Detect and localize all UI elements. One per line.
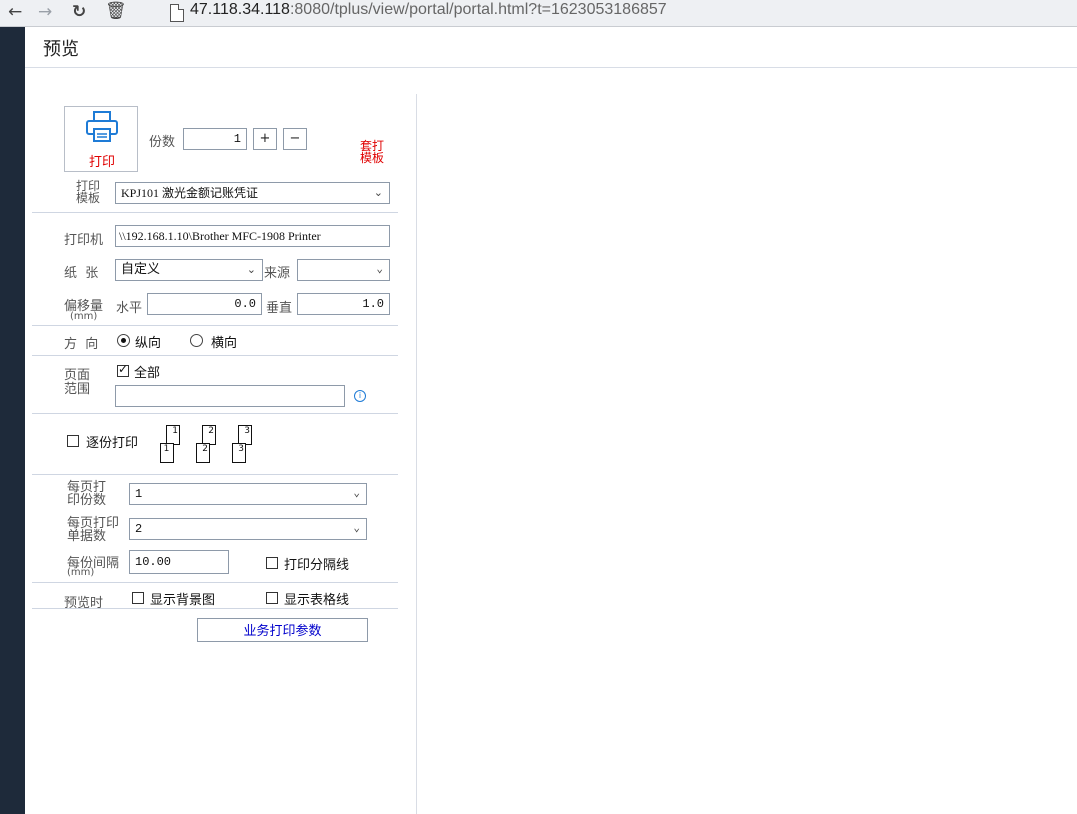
copies-minus-button[interactable]: − — [283, 128, 307, 150]
business-print-params-button[interactable]: 业务打印参数 — [197, 618, 368, 642]
chevron-down-icon: ⌄ — [246, 263, 256, 276]
preview-titlebar: 预览 — [25, 27, 1077, 68]
print-button-label: 打印 — [89, 155, 116, 170]
docs-per-page-label: 每页打印 单据数 — [67, 516, 120, 544]
collate-sheet-back: 3 — [238, 425, 252, 445]
landscape-label: 横向 — [211, 336, 238, 351]
divider — [32, 474, 398, 475]
source-label: 来源 — [264, 266, 291, 281]
paper-label: 纸 张 — [64, 266, 99, 281]
horizontal-label: 水平 — [116, 301, 143, 316]
all-pages-checkbox[interactable] — [117, 362, 129, 377]
show-background-label: 显示背景图 — [150, 593, 216, 608]
address-bar[interactable]: 47.118.34.118:8080/tplus/view/portal/por… — [190, 1, 667, 19]
chevron-down-icon: ⌄ — [353, 523, 360, 535]
collate-checkbox[interactable] — [67, 435, 79, 447]
print-separator-label: 打印分隔线 — [284, 558, 350, 573]
spacing-input[interactable]: 10.00 — [129, 550, 229, 574]
vertical-label: 垂直 — [266, 301, 293, 316]
portrait-radio[interactable] — [117, 334, 130, 347]
page-title: 预览 — [43, 39, 79, 60]
page-icon — [170, 4, 184, 22]
chevron-down-icon: ⌄ — [353, 488, 360, 500]
paper-select[interactable]: 自定义 ⌄ — [115, 259, 263, 281]
info-icon[interactable]: i — [354, 390, 366, 402]
page-range-label: 页面 范围 — [64, 368, 91, 397]
template-label: 打印 模板 — [76, 179, 101, 205]
printer-field[interactable]: \\192.168.1.10\Brother MFC-1908 Printer — [115, 225, 390, 247]
collate-sheet-back: 2 — [202, 425, 216, 445]
collate-sheet-front: 1 — [160, 443, 174, 463]
collate-sheet-front: 2 — [196, 443, 210, 463]
divider — [32, 413, 398, 414]
divider — [32, 212, 398, 213]
show-background-checkbox[interactable] — [132, 592, 144, 604]
collate-icon: 1 1 2 2 3 3 — [158, 425, 268, 467]
divider — [32, 325, 398, 326]
copies-per-page-select[interactable]: 1 ⌄ — [129, 483, 367, 505]
collate-sheet-front: 3 — [232, 443, 246, 463]
vertical-offset-input[interactable]: 1.0 — [297, 293, 390, 315]
divider — [32, 582, 398, 583]
source-select[interactable]: ⌄ — [297, 259, 390, 281]
browser-toolbar: ← → ↻ 🗑 47.118.34.118:8080/tplus/view/po… — [0, 0, 1077, 27]
copies-plus-button[interactable]: + — [253, 128, 277, 150]
template-select[interactable]: KPJ101 激光金额记账凭证 ⌄ — [115, 182, 390, 204]
print-button[interactable]: 打印 — [64, 106, 138, 172]
divider — [32, 608, 398, 609]
copies-input[interactable]: 1 — [183, 128, 247, 150]
show-grid-checkbox[interactable] — [266, 592, 278, 604]
copies-per-page-label: 每页打 印份数 — [67, 480, 107, 508]
landscape-radio[interactable] — [190, 334, 203, 347]
print-separator-checkbox[interactable] — [266, 557, 278, 569]
copies-label: 份数 — [149, 135, 176, 150]
chevron-down-icon: ⌄ — [376, 264, 383, 276]
template-print-link[interactable]: 套打 模板 — [360, 140, 390, 164]
collate-sheet-back: 1 — [166, 425, 180, 445]
orientation-label: 方 向 — [64, 337, 99, 352]
reload-icon[interactable]: ↻ — [72, 2, 86, 22]
docs-per-page-select[interactable]: 2 ⌄ — [129, 518, 367, 540]
all-pages-label: 全部 — [134, 366, 161, 381]
printer-icon — [86, 111, 118, 142]
printer-label: 打印机 — [64, 233, 104, 248]
collate-label: 逐份打印 — [86, 436, 139, 451]
divider — [32, 355, 398, 356]
show-grid-label: 显示表格线 — [284, 593, 350, 608]
horizontal-offset-input[interactable]: 0.0 — [147, 293, 262, 315]
portrait-label: 纵向 — [135, 336, 162, 351]
forward-icon[interactable]: → — [38, 2, 52, 22]
back-icon[interactable]: ← — [8, 2, 22, 22]
offset-unit: (mm) — [70, 311, 98, 322]
trash-icon[interactable]: 🗑 — [105, 1, 127, 21]
page-range-input[interactable] — [115, 385, 345, 407]
spacing-unit: (mm) — [67, 567, 95, 578]
left-dark-strip — [0, 0, 25, 814]
chevron-down-icon: ⌄ — [373, 187, 383, 199]
